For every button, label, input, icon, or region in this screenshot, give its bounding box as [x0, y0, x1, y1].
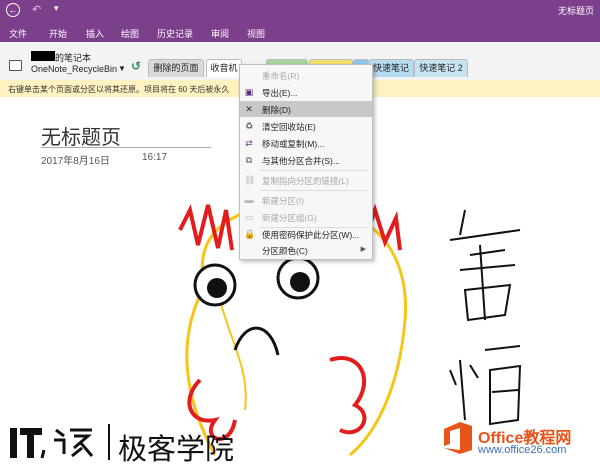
back-button[interactable]: ←	[6, 3, 20, 17]
undo-icon[interactable]: ↶	[32, 3, 41, 16]
notebook-icon	[9, 60, 22, 71]
redacted-username	[31, 51, 55, 61]
section-tab-radio[interactable]: 收音机	[206, 59, 242, 77]
section-tab-quick-notes-2[interactable]: 快速笔记 2	[414, 59, 468, 77]
restore-icon[interactable]: ↺	[131, 59, 141, 73]
office-site-url: www.office26.com	[478, 444, 567, 456]
title-bar: ← ↶ ▾ 无标题页	[0, 0, 600, 20]
section-tab-deleted-pages[interactable]: 删除的页面	[148, 59, 204, 77]
logo-divider	[108, 424, 110, 460]
rename-icon	[244, 70, 254, 80]
new-section-icon: ▬	[244, 195, 254, 205]
tab-draw[interactable]: 绘图	[121, 27, 139, 40]
notebook-name[interactable]: 的笔记本	[55, 51, 91, 64]
page-date: 2017年8月16日	[41, 156, 110, 167]
section-tab-label: 快速笔记 2	[419, 63, 463, 73]
lock-icon: 🔒	[244, 229, 256, 239]
menu-item-rename[interactable]: 重命名(R)	[240, 67, 372, 83]
menu-item-new-section[interactable]: ▬ 新建分区(I)	[240, 192, 372, 208]
menu-separator	[260, 170, 368, 171]
recycle-bin-icon: ♻	[244, 121, 254, 131]
link-icon: ⛓	[244, 175, 256, 185]
merge-icon: ⧉	[245, 155, 253, 165]
menu-item-copy-link[interactable]: ⛓ 复制指向分区的链接(L)	[240, 172, 372, 188]
menu-item-merge[interactable]: ⧉ 与其他分区合并(S)...	[240, 152, 372, 168]
notebook-dropdown-icon[interactable]: ▼	[118, 64, 126, 73]
notebook-section-name[interactable]: OneNote_RecycleBin	[31, 64, 117, 74]
window-title: 无标题页	[557, 6, 594, 16]
menu-item-move-copy[interactable]: ⇄ 移动或复制(M)...	[240, 135, 372, 151]
section-tab-label: 删除的页面	[153, 63, 199, 73]
ithome-name: 极客学院	[118, 432, 235, 466]
menu-item-password-protect[interactable]: 🔒 使用密码保护此分区(W)...	[240, 226, 372, 242]
ribbon-tabs: 文件 开始 插入 绘图 历史记录 审阅 视图	[0, 20, 600, 42]
menu-item-new-section-group[interactable]: ▭ 新建分区组(G)	[240, 209, 372, 225]
tab-review[interactable]: 审阅	[211, 27, 229, 40]
move-copy-icon: ⇄	[245, 138, 253, 148]
page-title[interactable]: 无标题页	[41, 121, 121, 150]
tab-history[interactable]: 历史记录	[157, 27, 193, 40]
ithome-logo	[10, 428, 94, 459]
delete-icon: ✕	[245, 104, 253, 114]
section-tab-quick-notes[interactable]: 快速笔记	[368, 59, 414, 77]
submenu-arrow-icon: ▶	[360, 246, 366, 253]
tab-insert[interactable]: 插入	[86, 27, 104, 40]
menu-item-section-color[interactable]: 分区颜色(C) ▶	[240, 242, 372, 258]
menu-item-export[interactable]: ▣ 导出(E)...	[240, 84, 372, 100]
page-time: 16:17	[142, 152, 168, 163]
tab-view[interactable]: 视图	[247, 27, 265, 40]
export-icon: ▣	[244, 87, 254, 97]
section-tab-label: 收音机	[210, 63, 238, 73]
section-tab-label: 快速笔记	[372, 63, 409, 73]
menu-item-empty-recycle-bin[interactable]: ♻ 清空回收站(E)	[240, 118, 372, 134]
tab-home[interactable]: 开始	[49, 27, 67, 40]
quick-access-chevron-icon[interactable]: ▾	[54, 3, 59, 14]
infobar-text: 右键单击某个页面或分区以将其还原。项目将在 60 天后被永久	[8, 85, 230, 94]
page-title-underline	[41, 147, 211, 148]
office-logo	[444, 422, 472, 454]
new-section-group-icon: ▭	[244, 212, 254, 222]
menu-item-delete[interactable]: ✕ 删除(D)	[240, 101, 372, 117]
menu-separator	[260, 190, 368, 191]
tab-file[interactable]: 文件	[9, 27, 27, 40]
section-context-menu: 重命名(R) ▣ 导出(E)... ✕ 删除(D) ♻ 清空回收站(E) ⇄ 移动或复制…	[239, 64, 373, 260]
